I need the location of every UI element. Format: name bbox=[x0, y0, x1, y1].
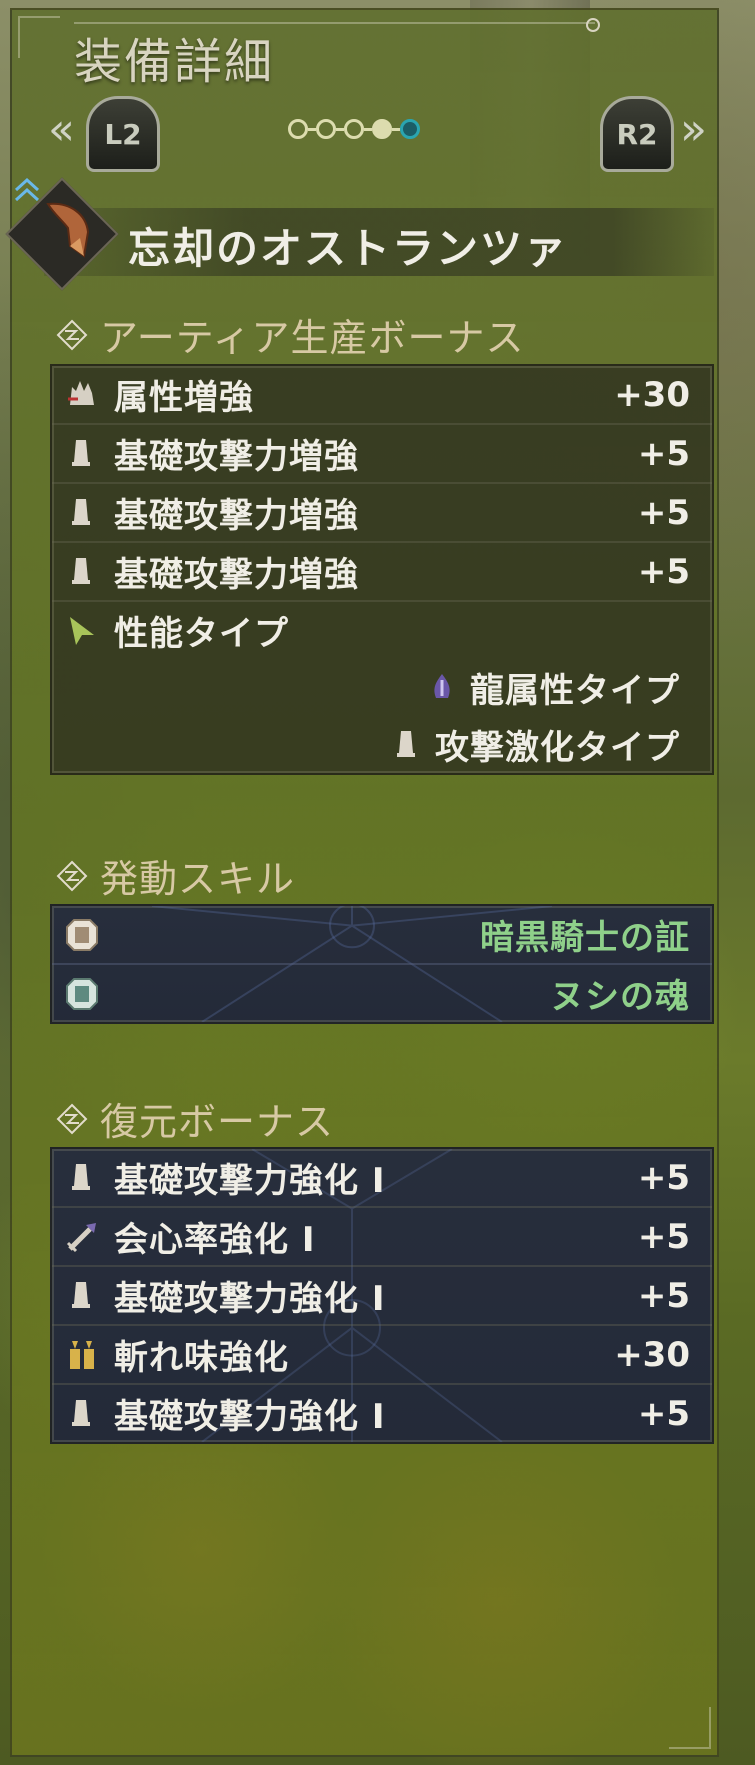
attack-boost-icon bbox=[72, 498, 90, 525]
page-dot bbox=[344, 119, 364, 139]
attack-boost-icon bbox=[72, 439, 90, 466]
section-title: アーティア生産ボーナス bbox=[100, 316, 525, 360]
set-skill-icon bbox=[66, 977, 98, 1010]
section-header-active-skills: 発動スキル bbox=[56, 848, 295, 903]
attack-boost-icon bbox=[72, 1163, 90, 1190]
prev-page-button[interactable]: L2 bbox=[86, 96, 160, 172]
restore-bonus-list: 基礎攻撃力強化 I +5 会心率強化 I +5 基礎攻撃力強化 I +5 斬れ味… bbox=[50, 1147, 714, 1444]
list-item[interactable]: 斬れ味強化 +30 bbox=[52, 1326, 712, 1385]
performance-type-icon bbox=[70, 616, 94, 645]
list-item[interactable]: 基礎攻撃力増強 +5 bbox=[52, 543, 712, 602]
panel-corner-ornament bbox=[18, 16, 60, 58]
list-item[interactable]: 会心率強化 I +5 bbox=[52, 1208, 712, 1267]
list-item[interactable]: 属性増強 +30 bbox=[52, 366, 712, 425]
type-item[interactable]: 攻撃激化タイプ bbox=[52, 716, 712, 773]
page-dot-current bbox=[400, 119, 420, 139]
sharpness-icon bbox=[70, 1340, 94, 1369]
page-title: 装備詳細 bbox=[74, 34, 275, 90]
dragon-element-icon bbox=[434, 673, 450, 698]
active-skills-list: 暗黒騎士の証 ヌシの魂 bbox=[50, 904, 714, 1024]
bonus-label: 基礎攻撃力強化 I bbox=[114, 1279, 386, 1319]
affinity-icon bbox=[66, 1222, 96, 1252]
bonus-label: 会心率強化 I bbox=[114, 1220, 316, 1260]
bonus-value: +5 bbox=[637, 1393, 690, 1434]
section-diamond-icon bbox=[56, 1103, 88, 1134]
bonus-value: +30 bbox=[614, 374, 690, 415]
bonus-value: +5 bbox=[637, 1216, 690, 1257]
set-skill-icon bbox=[66, 918, 98, 951]
attack-boost-icon bbox=[72, 557, 90, 584]
type-label: 龍属性タイプ bbox=[470, 671, 680, 711]
list-item[interactable]: 基礎攻撃力強化 I +5 bbox=[52, 1385, 712, 1442]
type-item[interactable]: 龍属性タイプ bbox=[52, 659, 712, 716]
section-header-restore-bonus: 復元ボーナス bbox=[56, 1091, 334, 1146]
bonus-value: +30 bbox=[614, 1334, 690, 1375]
section-diamond-icon bbox=[56, 319, 88, 350]
section-title: 復元ボーナス bbox=[100, 1100, 335, 1144]
bonus-label: 基礎攻撃力強化 I bbox=[114, 1397, 386, 1437]
bonus-value: +5 bbox=[637, 1275, 690, 1316]
attack-boost-icon bbox=[72, 1281, 90, 1308]
bonus-label: 基礎攻撃力強化 I bbox=[114, 1161, 386, 1201]
skill-label: ヌシの魂 bbox=[550, 977, 690, 1017]
list-item[interactable]: 暗黒騎士の証 bbox=[52, 906, 712, 965]
bonus-label: 斬れ味強化 bbox=[114, 1338, 289, 1378]
skill-label: 暗黒騎士の証 bbox=[480, 918, 690, 958]
list-item[interactable]: ヌシの魂 bbox=[52, 965, 712, 1022]
attack-boost-icon bbox=[397, 730, 415, 757]
title-ornament-dot bbox=[586, 18, 600, 32]
chevron-left-icon: « bbox=[48, 104, 75, 155]
attack-boost-icon bbox=[72, 1399, 90, 1426]
list-item[interactable]: 基礎攻撃力強化 I +5 bbox=[52, 1267, 712, 1326]
panel-corner-ornament bbox=[669, 1707, 711, 1749]
bonus-value: +5 bbox=[637, 492, 690, 533]
next-page-button[interactable]: R2 bbox=[600, 96, 674, 172]
list-item[interactable]: 性能タイプ bbox=[52, 602, 712, 659]
bonus-label: 属性増強 bbox=[114, 378, 254, 418]
chevron-right-icon: » bbox=[680, 104, 707, 155]
list-item[interactable]: 基礎攻撃力増強 +5 bbox=[52, 425, 712, 484]
bonus-value: +5 bbox=[637, 1157, 690, 1198]
page-dot bbox=[316, 119, 336, 139]
bonus-value: +5 bbox=[637, 433, 690, 474]
bonus-label: 基礎攻撃力増強 bbox=[114, 555, 359, 595]
type-label: 攻撃激化タイプ bbox=[435, 728, 680, 768]
page-dot bbox=[372, 119, 392, 139]
section-header-artian-bonus: アーティア生産ボーナス bbox=[56, 307, 524, 362]
bonus-label: 基礎攻撃力増強 bbox=[114, 437, 359, 477]
list-item[interactable]: 基礎攻撃力増強 +5 bbox=[52, 484, 712, 543]
element-boost-icon bbox=[68, 380, 94, 405]
page-indicator bbox=[288, 119, 420, 139]
list-item[interactable]: 基礎攻撃力強化 I +5 bbox=[52, 1149, 712, 1208]
weapon-icon bbox=[40, 198, 96, 262]
section-title: 発動スキル bbox=[100, 857, 296, 901]
artian-bonus-list: 属性増強 +30 基礎攻撃力増強 +5 基礎攻撃力増強 +5 基礎攻撃力増強 +… bbox=[50, 364, 714, 775]
weapon-name: 忘却のオストランツァ bbox=[128, 224, 569, 273]
bonus-label: 基礎攻撃力増強 bbox=[114, 496, 359, 536]
bonus-value: +5 bbox=[637, 551, 690, 592]
page-dot bbox=[288, 119, 308, 139]
section-diamond-icon bbox=[56, 860, 88, 891]
type-label: 性能タイプ bbox=[114, 614, 289, 654]
